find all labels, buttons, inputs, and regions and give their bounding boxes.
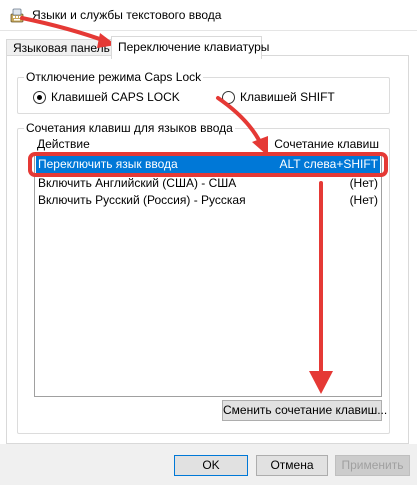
list-item-action: Включить Русский (Россия) - Русская <box>38 193 246 207</box>
list-item-russian[interactable]: Включить Русский (Россия) - Русская (Нет… <box>36 192 380 209</box>
hotkeys-group-label: Сочетания клавиш для языков ввода <box>24 121 235 135</box>
tab-strip: Языковая панель Переключение клавиатуры <box>0 31 417 59</box>
radio-shift-label: Клавишей SHIFT <box>240 90 335 104</box>
list-item-switch-language[interactable]: Переключить язык ввода ALT слева+SHIFT <box>36 156 380 173</box>
title-bar: Языки и службы текстового ввода <box>0 0 417 31</box>
keyboard-icon <box>10 8 24 23</box>
list-item-shortcut: (Нет) <box>349 193 378 207</box>
list-item-action: Включить Английский (США) - США <box>38 176 237 190</box>
cancel-button[interactable]: Отмена <box>256 455 328 476</box>
radio-caps-lock-label: Клавишей CAPS LOCK <box>51 90 180 104</box>
tab-keyboard-switching[interactable]: Переключение клавиатуры <box>111 36 269 59</box>
change-key-sequence-button[interactable]: Сменить сочетание клавиш... <box>222 400 387 421</box>
column-header-shortcut[interactable]: Сочетание клавиш <box>274 137 379 151</box>
radio-checked-icon <box>33 91 46 104</box>
list-item-shortcut: ALT слева+SHIFT <box>279 157 379 171</box>
apply-button[interactable]: Применить <box>335 455 410 476</box>
list-item-action: Переключить язык ввода <box>38 157 178 171</box>
list-item-shortcut: (Нет) <box>349 176 378 190</box>
caps-lock-group-label: Отключение режима Caps Lock <box>24 70 204 84</box>
window-title: Языки и службы текстового ввода <box>32 8 222 22</box>
ok-button[interactable]: OK <box>174 455 248 476</box>
list-item-english[interactable]: Включить Английский (США) - США (Нет) <box>36 175 380 192</box>
radio-unchecked-icon <box>222 91 235 104</box>
column-header-action[interactable]: Действие <box>37 137 90 151</box>
